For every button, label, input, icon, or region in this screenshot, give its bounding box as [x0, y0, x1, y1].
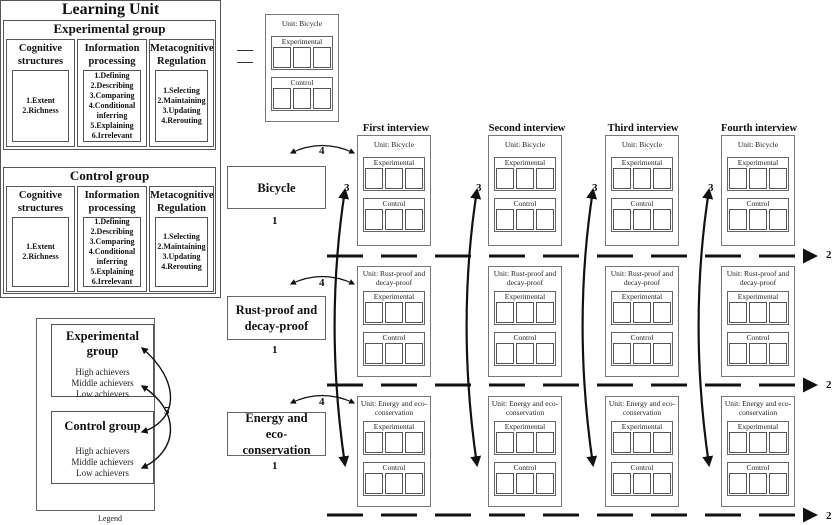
group-compare-arrow	[140, 385, 172, 469]
connectors-layer	[140, 144, 818, 523]
unit-link-arrow	[289, 144, 356, 154]
interview-transition-arrow	[697, 187, 714, 468]
group-compare-arrow	[140, 347, 172, 434]
interview-transition-arrow	[581, 187, 598, 468]
interview-transition-arrow	[465, 187, 482, 468]
unit-link-arrow	[289, 394, 356, 404]
unit-link-arrow	[289, 275, 356, 285]
interview-transition-arrow	[333, 187, 350, 468]
